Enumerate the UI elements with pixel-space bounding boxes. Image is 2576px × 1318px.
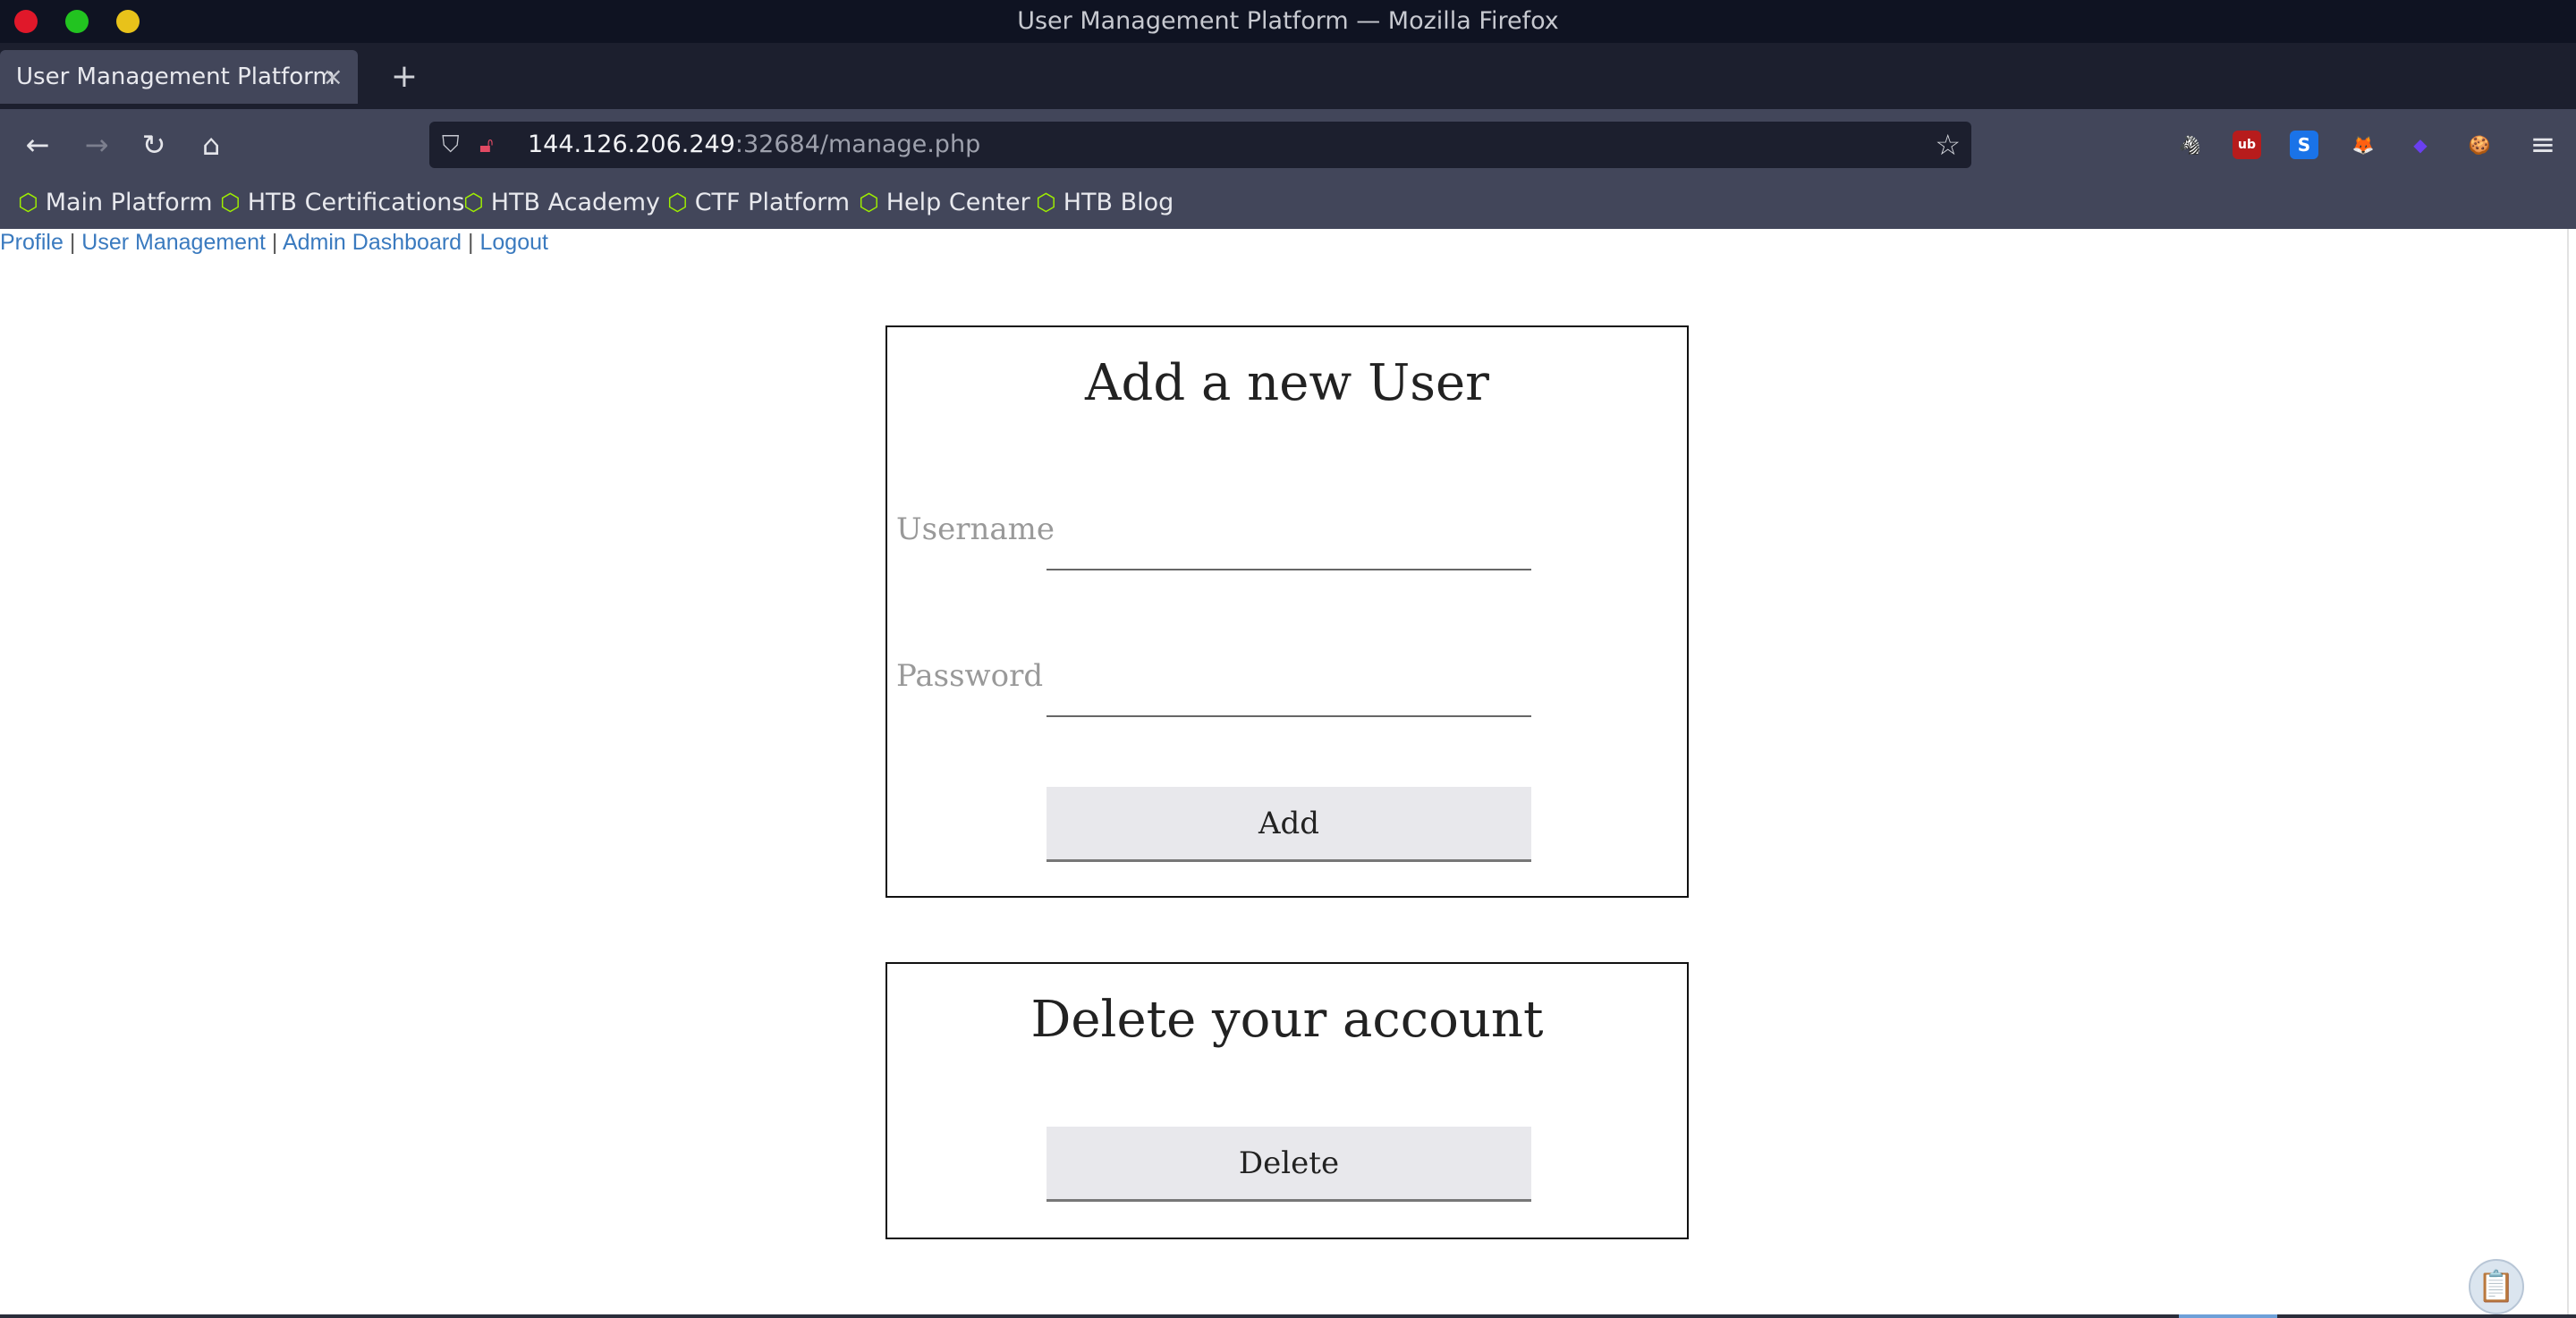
bookmarks-toolbar: ⬡ Main Platform ⬡ HTB Certifications ⬡ HTB … [0, 181, 2576, 229]
delete-account-title: Delete your account [1030, 991, 1544, 1049]
back-button[interactable]: ← [14, 122, 61, 168]
password-input[interactable] [1046, 663, 1531, 717]
profile-link[interactable]: Profile [0, 230, 64, 255]
insecure-lock-icon[interactable]: 🔓︎ [479, 122, 494, 168]
bookmark-label: CTF Platform [694, 189, 851, 216]
bookmark-star-icon[interactable]: ☆ [1935, 122, 1961, 168]
clipboard-icon[interactable]: 📋 [2469, 1259, 2524, 1314]
htb-cube-icon: ⬡ [667, 190, 688, 216]
purple-extension-icon[interactable]: ◆ [2406, 131, 2435, 159]
link-separator: | [468, 230, 474, 255]
admin-dashboard-link[interactable]: Admin Dashboard [283, 230, 462, 255]
bookmark-label: HTB Academy [490, 189, 661, 216]
bookmark-label: Help Center [886, 189, 1030, 216]
url-path: :32684/manage.php [734, 131, 981, 158]
htb-cube-icon: ⬡ [463, 190, 484, 216]
bookmark-help-center[interactable]: ⬡ Help Center [859, 181, 1030, 225]
bookmark-htb-academy[interactable]: ⬡ HTB Academy [463, 181, 660, 225]
add-button[interactable]: Add [1046, 787, 1531, 862]
bookmark-label: Main Platform [45, 189, 213, 216]
page-nav-links: Profile | User Management | Admin Dashbo… [0, 229, 548, 256]
username-label: Username [896, 511, 1055, 547]
tab-close-icon[interactable]: × [323, 50, 343, 104]
tracking-shield-icon[interactable]: ⛉ [442, 122, 460, 168]
htb-cube-icon: ⬡ [1036, 190, 1056, 216]
tab-strip: User Management Platform × + [0, 43, 2576, 109]
bookmark-htb-blog[interactable]: ⬡ HTB Blog [1036, 181, 1174, 225]
link-separator: | [69, 230, 76, 255]
tab-user-management[interactable]: User Management Platform × [0, 50, 358, 104]
htb-cube-icon: ⬡ [18, 190, 38, 216]
bottom-accent-bar [2179, 1314, 2277, 1318]
tab-label: User Management Platform [16, 63, 335, 90]
bookmark-htb-certifications[interactable]: ⬡ HTB Certifications [220, 181, 464, 225]
s-extension-icon[interactable]: S [2290, 131, 2318, 159]
url-host: 144.126.206.249 [528, 131, 735, 158]
bookmark-label: HTB Blog [1063, 189, 1174, 216]
bookmark-label: HTB Certifications [247, 189, 465, 216]
password-label: Password [896, 658, 1044, 694]
reload-button[interactable]: ↻ [131, 122, 177, 168]
bookmark-ctf-platform[interactable]: ⬡ CTF Platform [667, 181, 850, 225]
link-separator: | [271, 230, 278, 255]
username-input[interactable] [1046, 517, 1531, 570]
add-user-form: Add a new User Username Password Add [886, 325, 1689, 898]
wappalyzer-icon[interactable]: 🦓 [2175, 131, 2204, 159]
delete-account-form: Delete your account Delete [886, 962, 1689, 1239]
forward-button[interactable]: → [73, 122, 120, 168]
window-title: User Management Platform — Mozilla Firef… [1017, 7, 1559, 35]
window-titlebar: User Management Platform — Mozilla Firef… [0, 0, 2576, 43]
cookie-icon[interactable]: 🍪 [2465, 131, 2494, 159]
bookmark-main-platform[interactable]: ⬡ Main Platform [18, 181, 213, 225]
home-button[interactable]: ⌂ [188, 122, 234, 168]
new-tab-button[interactable]: + [379, 50, 429, 104]
logout-link[interactable]: Logout [480, 230, 548, 255]
user-management-link[interactable]: User Management [81, 230, 266, 255]
htb-cube-icon: ⬡ [220, 190, 241, 216]
url-text[interactable]: 144.126.206.249:32684/manage.php [528, 122, 980, 168]
ublock-icon[interactable]: ub [2233, 131, 2261, 159]
htb-cube-icon: ⬡ [859, 190, 879, 216]
foxyproxy-icon[interactable]: 🦊 [2349, 131, 2377, 159]
menu-icon[interactable]: ≡ [2522, 122, 2563, 168]
add-user-title: Add a new User [1085, 354, 1489, 412]
delete-button[interactable]: Delete [1046, 1127, 1531, 1202]
page-scrollbar[interactable] [2567, 229, 2576, 1318]
url-bar[interactable]: ⛉ 🔓︎ 144.126.206.249:32684/manage.php ☆ [429, 122, 1971, 168]
